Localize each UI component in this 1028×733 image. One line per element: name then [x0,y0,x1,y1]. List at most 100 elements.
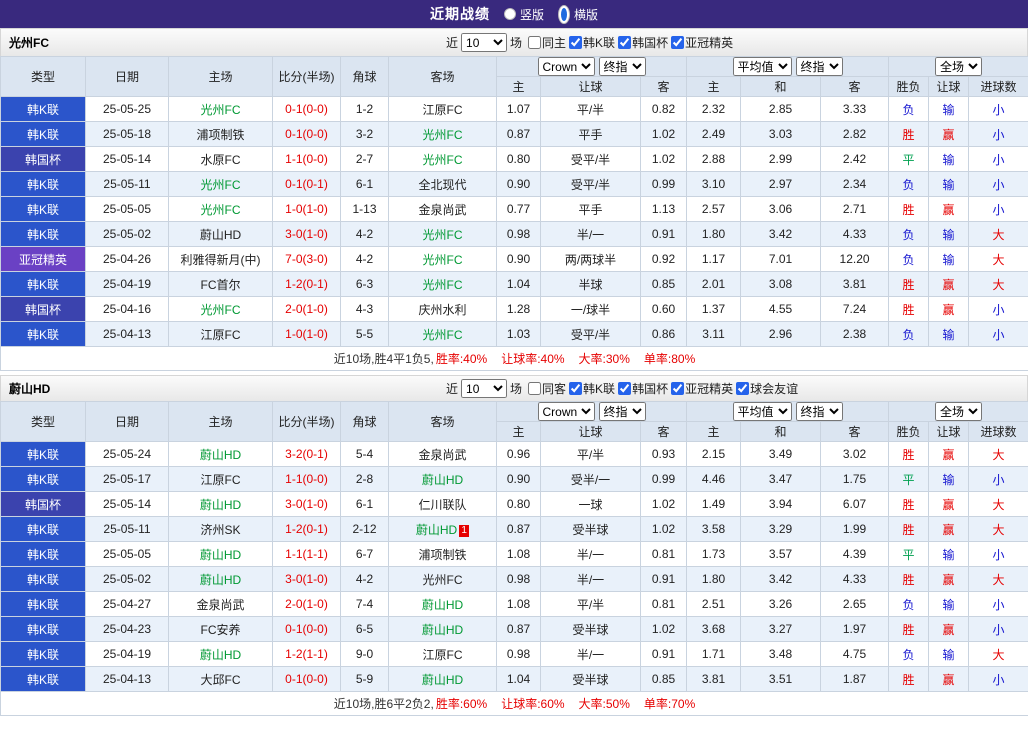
sub-column-header: 主 [496,76,541,97]
odds-away: 0.85 [639,271,688,297]
home-team: 江原FC [168,321,273,347]
same-venue-filter-label: 同主 [542,36,567,50]
league-filter-3-checkbox[interactable] [671,382,685,395]
league-filter-1[interactable]: 韩K联 [569,380,615,397]
match-row: 韩K联 25-04-23 FC安养 0-1(0-0) 6-5 蔚山HD 0.87 受半球 1.0… [0,616,1028,642]
result-handicap: 赢 [928,296,970,322]
match-type: 亚冠精英 [0,246,86,272]
home-team: 江原FC [168,466,273,492]
odds-away: 0.86 [639,321,688,347]
match-score: 1-2(0-1) [272,271,341,297]
away-team: 光州FC [388,121,497,147]
league-filter-3[interactable]: 亚冠精英 [671,34,733,51]
avg-away: 6.07 [820,491,890,517]
match-scope-select[interactable]: 全场 [935,57,983,76]
result-handicap: 输 [928,246,970,272]
sub-column-header: 胜负 [888,76,930,97]
match-row: 韩K联 25-05-02 蔚山HD 3-0(1-0) 4-2 光州FC 0.98 半/一 0.9… [0,221,1028,247]
layout-option-vertical[interactable]: 竖版 [503,6,544,23]
result-goals: 小 [968,196,1028,222]
match-date: 25-05-14 [85,491,169,517]
league-filter-4[interactable]: 球会友谊 [736,380,798,397]
result-outcome: 胜 [888,491,930,517]
odds-handicap: 平/半 [540,96,641,122]
avg-draw: 3.03 [740,121,822,147]
avg-home: 2.15 [686,441,742,467]
league-filter-3[interactable]: 亚冠精英 [671,380,733,397]
avg-draw: 3.47 [740,466,822,492]
home-team: 光州FC [168,96,273,122]
match-type: 韩K联 [0,641,86,667]
avg-source-select[interactable]: 平均值 [732,57,792,76]
result-goals: 小 [968,591,1028,617]
team-section-1: 光州FC 近 10 场同主 韩K联 韩国杯 亚冠精英 类型 日期 主场 比分(半场) 角球 客场 Crow… [0,28,1028,371]
avg-home: 3.81 [686,666,742,692]
odds-time-select[interactable]: 终指 [598,402,646,421]
league-filter-1-checkbox[interactable] [569,36,583,49]
odds-time-select[interactable]: 终指 [598,57,646,76]
radio-selected-icon[interactable] [558,4,570,24]
match-count-select[interactable]: 10 [461,33,508,52]
result-goals: 小 [968,666,1028,692]
column-header: 主场 [168,401,273,442]
result-goals: 大 [968,271,1028,297]
league-filter-2[interactable]: 韩国杯 [618,380,668,397]
league-filter-1[interactable]: 韩K联 [569,34,615,51]
result-handicap: 赢 [928,271,970,297]
result-handicap: 赢 [928,616,970,642]
corner-score: 3-2 [340,121,389,147]
match-type: 韩K联 [0,121,86,147]
avg-time-select[interactable]: 终指 [795,402,843,421]
unit-label: 场 [510,382,523,396]
result-goals: 小 [968,616,1028,642]
league-filter-4-checkbox[interactable] [736,382,750,395]
odds-handicap: 受平/半 [540,321,641,347]
match-score: 1-2(1-1) [272,641,341,667]
corner-score: 4-2 [340,566,389,592]
match-type: 韩K联 [0,566,86,592]
same-venue-filter[interactable]: 同客 [528,380,566,397]
league-filter-3-checkbox[interactable] [671,36,685,49]
match-row: 韩K联 25-05-11 光州FC 0-1(0-1) 6-1 全北现代 0.90 受平/半 0.… [0,171,1028,197]
corner-score: 4-3 [340,296,389,322]
match-date: 25-04-13 [85,321,169,347]
odds-source-select[interactable]: Crown [537,402,595,421]
result-goals: 大 [968,246,1028,272]
league-filter-2-checkbox[interactable] [618,36,632,49]
away-team: 庆州水利 [388,296,497,322]
league-filter-2-label: 韩国杯 [632,36,669,50]
odds-source-group: Crown 终指 [495,401,688,422]
layout-option-horizontal[interactable]: 横版 [558,4,598,24]
avg-time-select[interactable]: 终指 [795,57,843,76]
match-score: 3-0(1-0) [272,491,341,517]
sub-column-header: 客 [639,76,688,97]
odds-handicap: 平/半 [540,591,641,617]
avg-source-select[interactable]: 平均值 [732,402,792,421]
avg-home: 2.88 [686,146,742,172]
league-filter-2-checkbox[interactable] [618,382,632,395]
odds-source-select[interactable]: Crown [537,57,595,76]
away-team: 蔚山HD 1 [388,516,497,542]
same-venue-filter[interactable]: 同主 [528,34,566,51]
league-filter-2[interactable]: 韩国杯 [618,34,668,51]
odds-away: 1.02 [639,616,688,642]
avg-away: 4.39 [820,541,890,567]
same-venue-filter-checkbox[interactable] [528,382,542,395]
match-date: 25-05-18 [85,121,169,147]
match-date: 25-05-24 [85,441,169,467]
league-filter-1-checkbox[interactable] [569,382,583,395]
same-venue-filter-checkbox[interactable] [528,36,542,49]
corner-score: 6-5 [340,616,389,642]
match-type: 韩K联 [0,516,86,542]
column-header: 角球 [340,401,389,442]
result-goals: 大 [968,641,1028,667]
match-scope-select[interactable]: 全场 [935,402,983,421]
layout-option-vertical-label: 竖版 [519,7,544,22]
result-handicap: 赢 [928,121,970,147]
avg-draw: 4.55 [740,296,822,322]
match-count-select[interactable]: 10 [461,379,508,398]
away-team-name: 光州FC [422,127,463,142]
away-team-name: 光州FC [422,227,463,242]
radio-unselected-icon[interactable] [503,8,516,20]
result-outcome: 平 [888,146,930,172]
